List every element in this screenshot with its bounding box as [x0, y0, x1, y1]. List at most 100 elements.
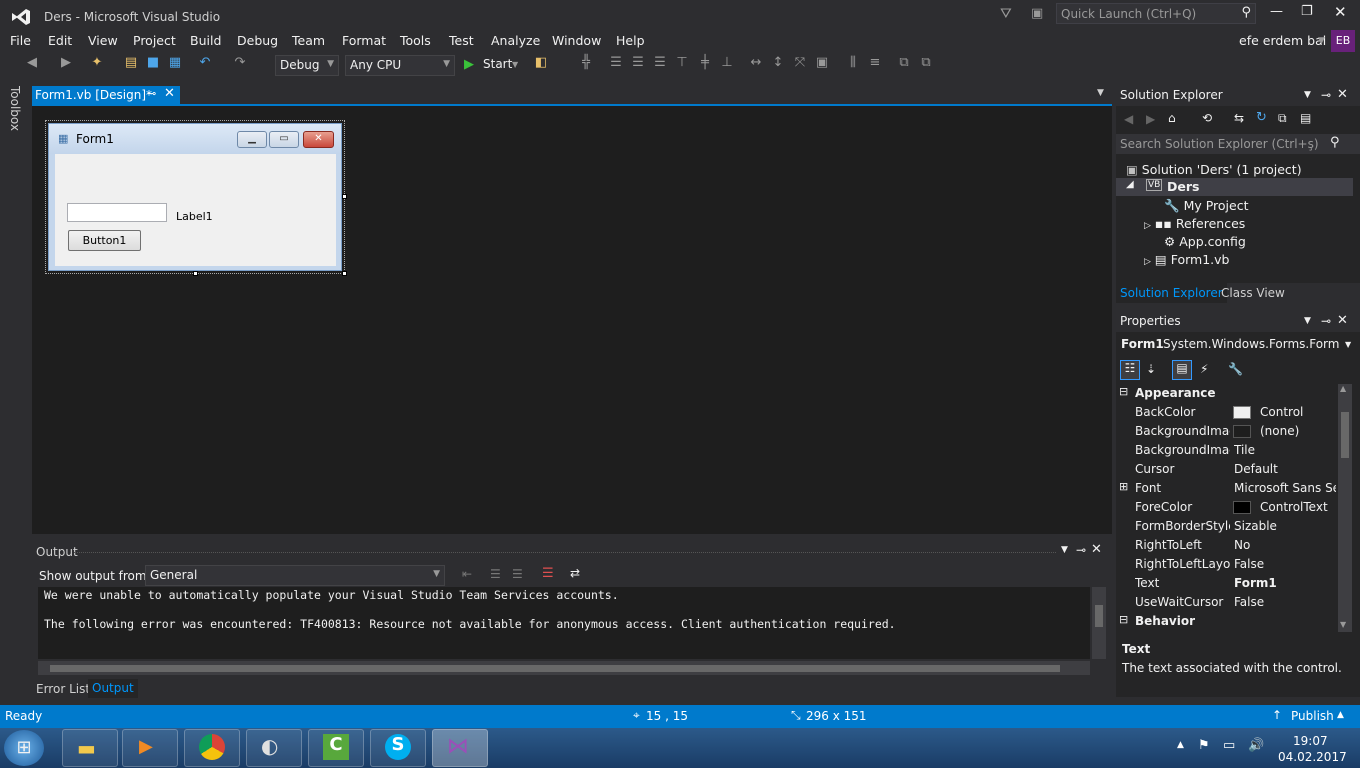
- volume-icon[interactable]: 🔊: [1248, 738, 1264, 753]
- pin-icon[interactable]: ⊸: [1321, 314, 1331, 328]
- property-row[interactable]: ForeColor ControlText: [1116, 498, 1336, 517]
- output-vertical-scrollbar[interactable]: [1092, 587, 1106, 659]
- form-window[interactable]: ▦ Form1 ▁ ▭ ✕ Label1 Button1: [48, 123, 342, 271]
- attach-icon[interactable]: ◧: [532, 55, 550, 75]
- scroll-thumb[interactable]: [1341, 412, 1349, 458]
- categorized-icon[interactable]: ☷: [1120, 360, 1140, 380]
- undo-icon[interactable]: ↶: [197, 55, 213, 75]
- panel-menu-icon[interactable]: ▼: [1304, 90, 1311, 100]
- panel-menu-icon[interactable]: ▼: [1061, 545, 1068, 555]
- next-message-icon[interactable]: ☰: [512, 567, 523, 581]
- tab-form1-design[interactable]: Form1.vb [Design]* ⊸ ✕: [32, 86, 180, 104]
- open-file-icon[interactable]: ▤: [122, 55, 140, 75]
- tab-class-view[interactable]: Class View: [1221, 286, 1285, 300]
- menu-view[interactable]: View: [88, 33, 118, 48]
- tree-project-row[interactable]: ◢ VB Ders: [1116, 178, 1353, 196]
- property-row[interactable]: Text Form1: [1116, 574, 1336, 593]
- tree-item-form1[interactable]: ▷ ▤ Form1.vb: [1144, 252, 1229, 267]
- alphabetical-icon[interactable]: ⇣: [1146, 362, 1156, 376]
- taskbar-chrome[interactable]: [184, 729, 240, 767]
- scroll-down-icon[interactable]: ▼: [1340, 620, 1346, 629]
- close-panel-icon[interactable]: ✕: [1337, 313, 1348, 328]
- resize-handle-corner[interactable]: [342, 271, 347, 276]
- size-to-grid-icon[interactable]: ▣: [814, 55, 830, 75]
- collapse-all-icon[interactable]: ⧉: [1278, 111, 1287, 126]
- resize-handle-right[interactable]: [342, 194, 347, 199]
- menu-edit[interactable]: Edit: [48, 33, 72, 48]
- save-icon[interactable]: ■: [145, 55, 161, 75]
- taskbar-media-player[interactable]: ▶: [122, 729, 178, 767]
- tab-error-list[interactable]: Error List: [36, 682, 90, 696]
- menu-file[interactable]: File: [10, 33, 31, 48]
- taskbar-skype[interactable]: S: [370, 729, 426, 767]
- pin-icon[interactable]: ⊸: [1076, 543, 1086, 557]
- menu-debug[interactable]: Debug: [237, 33, 278, 48]
- output-text[interactable]: We were unable to automatically populate…: [38, 587, 1090, 659]
- menu-build[interactable]: Build: [190, 33, 221, 48]
- taskbar-app[interactable]: ◐: [246, 729, 302, 767]
- property-row[interactable]: FormBorderStyle Sizable: [1116, 517, 1336, 536]
- button1[interactable]: Button1: [68, 230, 141, 251]
- minimize-button[interactable]: —: [1270, 4, 1283, 19]
- close-panel-icon[interactable]: ✕: [1091, 542, 1102, 557]
- bring-to-front-icon[interactable]: ⧉: [896, 55, 912, 75]
- property-row[interactable]: RightToLeftLayout False: [1116, 555, 1336, 574]
- tree-solution[interactable]: ▣ Solution 'Ders' (1 project): [1126, 162, 1302, 177]
- tree-item-my-project[interactable]: 🔧 My Project: [1164, 198, 1249, 214]
- horizontal-spacing-icon[interactable]: ⫼: [845, 55, 861, 75]
- object-selector[interactable]: Form1 System.Windows.Forms.Form ▼: [1116, 334, 1360, 354]
- menu-analyze[interactable]: Analyze: [491, 33, 540, 48]
- menu-format[interactable]: Format: [342, 33, 386, 48]
- grid-icon[interactable]: ╬: [578, 55, 594, 75]
- label1[interactable]: Label1: [176, 210, 213, 223]
- same-size-icon[interactable]: ⤧: [792, 55, 808, 75]
- menu-window[interactable]: Window: [552, 33, 601, 48]
- taskbar-visual-studio[interactable]: ⋈: [432, 729, 488, 767]
- same-height-icon[interactable]: ↕: [770, 55, 786, 75]
- tree-item-references[interactable]: ▷ ▪▪ References: [1144, 216, 1245, 231]
- start-button[interactable]: ▶ Start ▼: [462, 57, 522, 75]
- restore-button[interactable]: ❐: [1301, 4, 1313, 19]
- publish-arrow-icon[interactable]: ↑: [1272, 708, 1282, 722]
- clock-date[interactable]: 04.02.2017: [1278, 750, 1347, 764]
- send-to-back-icon[interactable]: ⧉: [918, 55, 934, 75]
- output-horizontal-scrollbar[interactable]: [38, 661, 1090, 675]
- tab-output[interactable]: Output: [88, 679, 138, 698]
- tab-dropdown-icon[interactable]: ▼: [1097, 88, 1104, 98]
- taskbar-camtasia[interactable]: C: [308, 729, 364, 767]
- save-all-icon[interactable]: ▦: [167, 55, 183, 75]
- property-row[interactable]: BackColor Control: [1116, 403, 1336, 422]
- pin-icon[interactable]: ⊸: [147, 87, 156, 100]
- chevron-up-icon[interactable]: ▲: [1337, 710, 1344, 720]
- clock-time[interactable]: 19:07: [1293, 734, 1328, 748]
- menu-tools[interactable]: Tools: [400, 33, 431, 48]
- property-pages-icon[interactable]: 🔧: [1228, 362, 1243, 376]
- category-behavior[interactable]: ⊟ Behavior: [1116, 612, 1336, 631]
- menu-test[interactable]: Test: [449, 33, 474, 48]
- start-orb-icon[interactable]: ⊞: [4, 730, 44, 766]
- user-name[interactable]: efe erdem bal: [1239, 33, 1326, 48]
- clear-all-icon[interactable]: ☰: [542, 566, 554, 581]
- scroll-up-icon[interactable]: ▲: [1340, 384, 1346, 393]
- property-row[interactable]: UseWaitCursor False: [1116, 593, 1336, 612]
- notification-filter-icon[interactable]: ⛛: [1000, 6, 1012, 22]
- align-bottom-icon[interactable]: ⊥: [719, 55, 735, 75]
- property-row[interactable]: ⊞ Font Microsoft Sans Serif: [1116, 479, 1336, 498]
- refresh-icon[interactable]: ↻: [1256, 110, 1267, 125]
- resize-handle-bottom[interactable]: [193, 271, 198, 276]
- properties-view-icon[interactable]: ▤: [1172, 360, 1192, 380]
- align-left-icon[interactable]: ☰: [608, 55, 624, 75]
- scroll-thumb[interactable]: [50, 665, 1060, 672]
- tree-item-app-config[interactable]: ⚙ App.config: [1164, 234, 1246, 249]
- redo-icon[interactable]: ↷: [232, 55, 248, 75]
- property-row[interactable]: Cursor Default: [1116, 460, 1336, 479]
- new-project-icon[interactable]: ✦: [88, 55, 106, 75]
- same-width-icon[interactable]: ↔: [748, 55, 764, 75]
- category-appearance[interactable]: ⊟ Appearance: [1116, 384, 1336, 403]
- show-hidden-icons[interactable]: ▲: [1177, 740, 1184, 750]
- forward-icon[interactable]: ▶: [1146, 112, 1155, 126]
- scroll-thumb[interactable]: [1095, 605, 1103, 627]
- history-icon[interactable]: ⟲: [1202, 111, 1212, 125]
- property-row[interactable]: BackgroundImage(none): [1116, 422, 1336, 441]
- panel-menu-icon[interactable]: ▼: [1304, 316, 1311, 326]
